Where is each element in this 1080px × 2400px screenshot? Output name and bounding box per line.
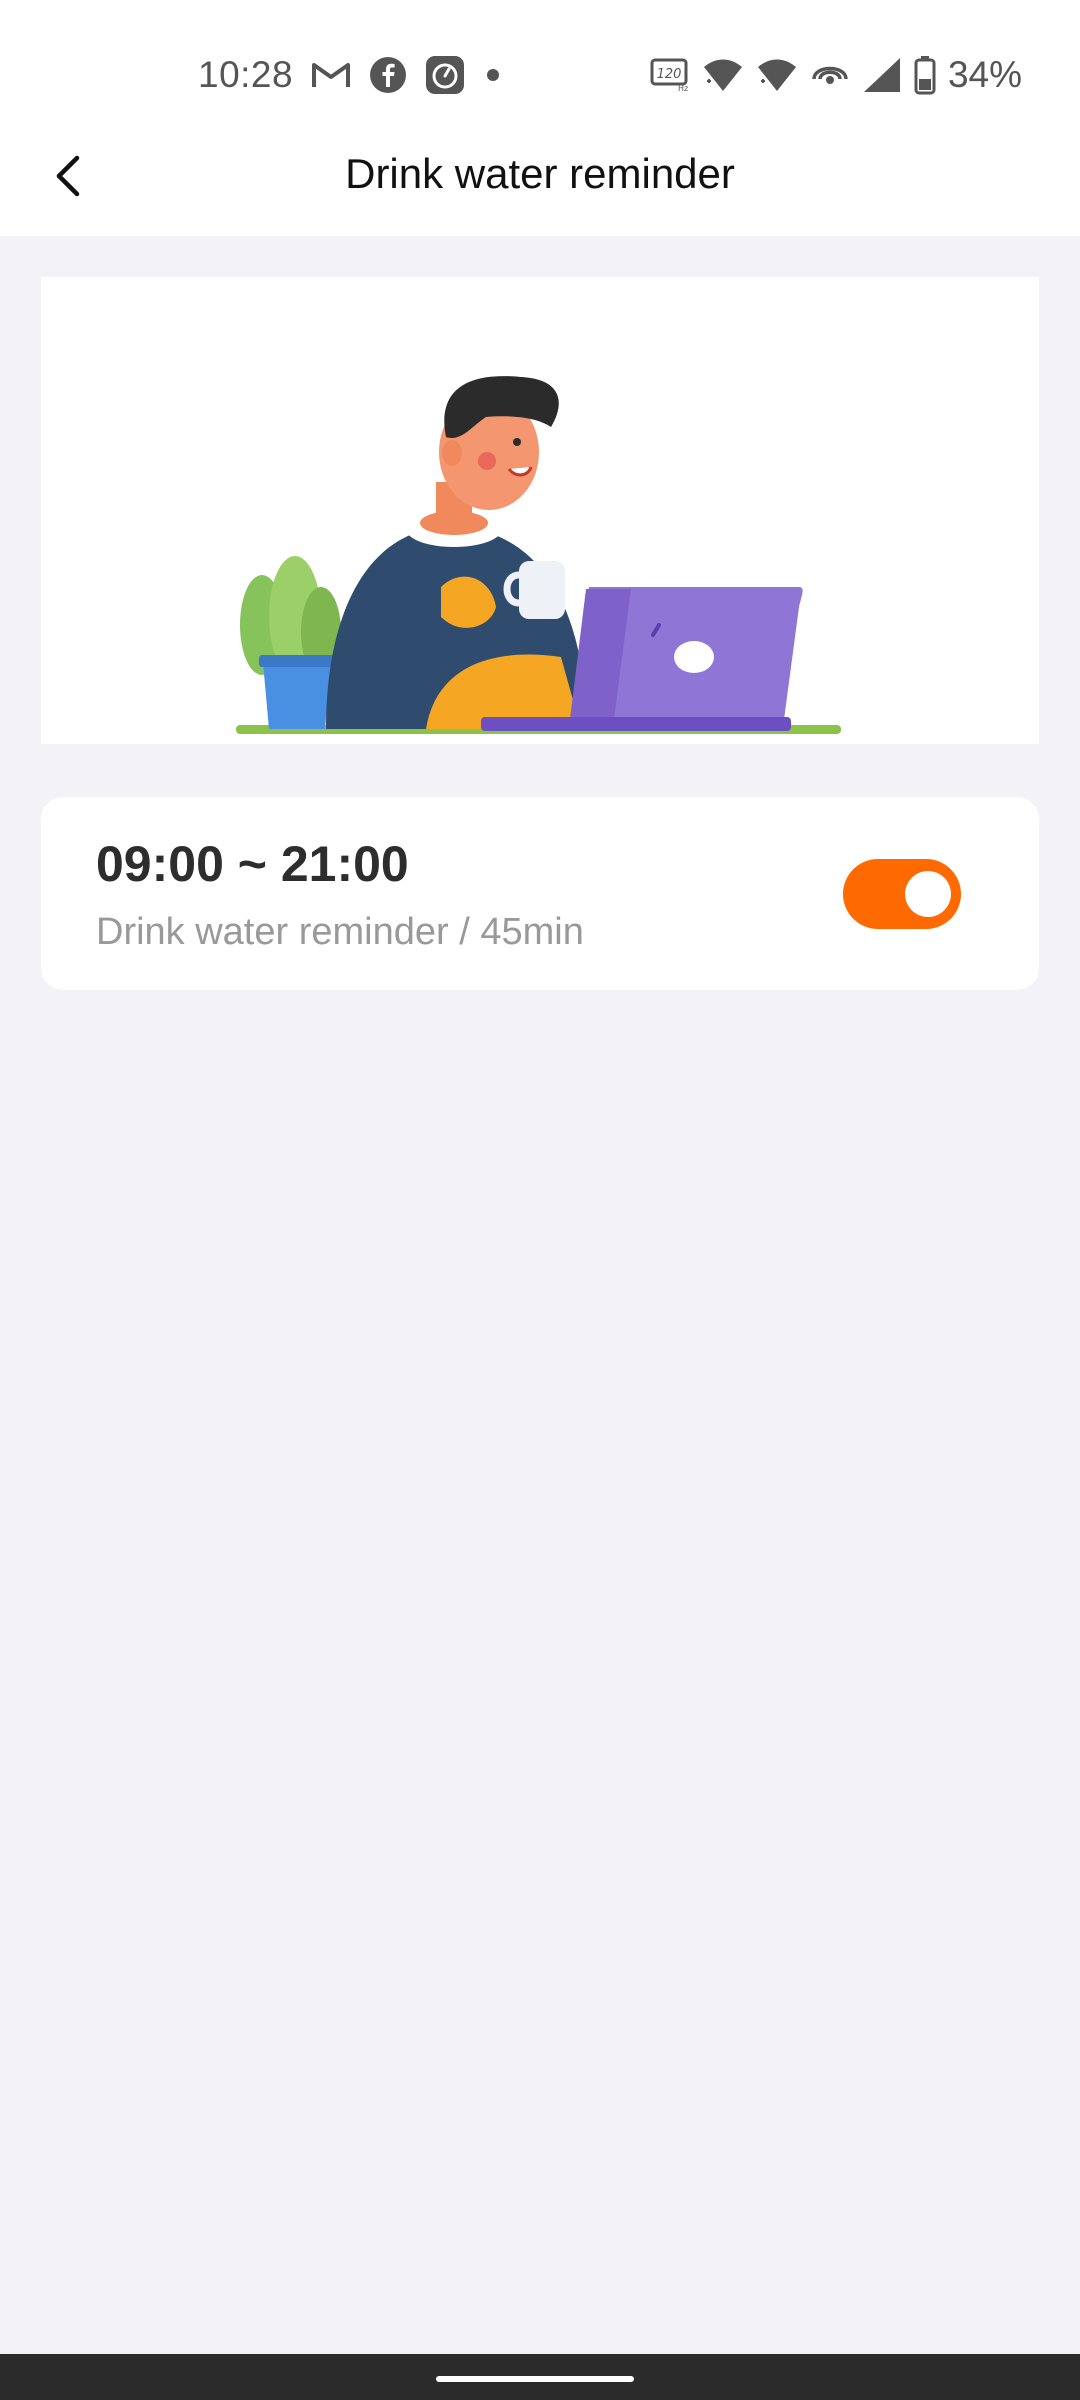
- battery-icon: [914, 55, 936, 95]
- svg-text:Hz: Hz: [678, 84, 688, 93]
- dot-icon: [483, 65, 503, 85]
- reminder-time-range: 09:00 ~ 21:00: [96, 836, 409, 892]
- system-nav-bar: [0, 2354, 1080, 2400]
- timer-app-icon: [425, 55, 465, 95]
- hotspot-icon: [810, 57, 850, 93]
- gmail-icon: [311, 59, 351, 91]
- status-right: 120 Hz 34%: [650, 50, 1022, 100]
- reminder-card[interactable]: 09:00 ~ 21:00 Drink water reminder / 45m…: [41, 797, 1039, 990]
- battery-percentage: 34%: [947, 54, 1022, 95]
- signal-icon: [862, 56, 902, 94]
- page-title: Drink water reminder: [345, 150, 735, 197]
- status-time: 10:28: [198, 54, 294, 95]
- reminder-toggle[interactable]: [843, 859, 961, 929]
- home-indicator[interactable]: [436, 2376, 634, 2382]
- status-left: 10:28: [198, 50, 503, 100]
- reminder-description: Drink water reminder / 45min: [96, 911, 584, 953]
- wifi-icon: [702, 57, 744, 93]
- wifi-icon: [756, 57, 798, 93]
- app-bar: Drink water reminder: [0, 120, 1080, 236]
- 120hz-icon: 120 Hz: [650, 57, 690, 93]
- toggle-knob: [905, 871, 951, 917]
- person-with-laptop-illustration: [236, 376, 841, 734]
- facebook-icon: [369, 56, 407, 94]
- hero-illustration-card: [41, 277, 1039, 744]
- svg-text:120: 120: [657, 67, 682, 82]
